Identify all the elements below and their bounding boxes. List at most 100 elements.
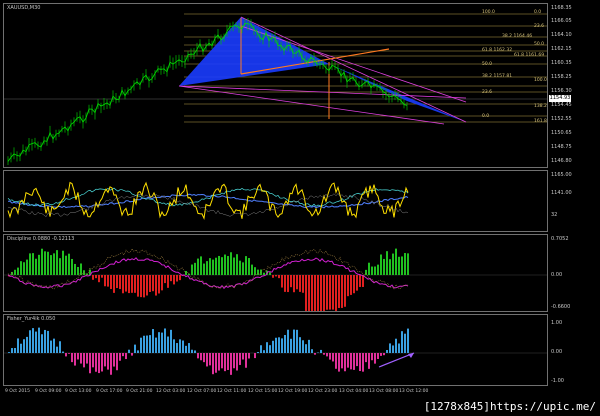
histogram-bar (116, 275, 118, 289)
histogram-bar (263, 350, 265, 353)
histogram-bar (368, 353, 370, 369)
histogram-bar (146, 275, 148, 296)
histogram-bar (257, 269, 259, 275)
histogram-bar (335, 353, 337, 369)
histogram-bar (317, 275, 319, 311)
histogram-bar (257, 352, 259, 353)
histogram-bar (227, 256, 229, 275)
histogram-bar (71, 258, 73, 275)
histogram-bar (167, 336, 169, 353)
histogram-bar (308, 339, 310, 353)
histogram-bar (65, 255, 67, 275)
histogram-bar (131, 353, 133, 356)
histogram-bar (332, 353, 334, 362)
histogram-bar (242, 353, 244, 360)
histogram-bar (338, 353, 340, 372)
histogram-bar (287, 275, 289, 293)
histogram-bar (101, 275, 103, 278)
histogram-bar (365, 269, 367, 275)
histogram-bar (188, 343, 190, 353)
histogram-bar (176, 343, 178, 353)
histogram-bar (326, 275, 328, 310)
histogram-bar (89, 353, 91, 374)
histogram-bar (284, 275, 286, 292)
histogram-bar (98, 275, 100, 283)
histogram-bar (206, 353, 208, 367)
histogram-bar (272, 275, 274, 278)
histogram-bar (296, 275, 298, 290)
histogram-bar (167, 275, 169, 288)
histogram-bar (50, 340, 52, 353)
histogram-bar (374, 266, 376, 275)
histogram-bar (272, 340, 274, 353)
histogram-bar (254, 353, 256, 359)
histogram-bar (14, 347, 16, 353)
histogram-bar (344, 275, 346, 307)
histogram-bar (170, 275, 172, 282)
histogram-bar (209, 353, 211, 366)
histogram-bar (32, 253, 34, 275)
histogram-bar (290, 338, 292, 353)
main-price-chart[interactable]: XAUUSD,M30 100.0 0.0 23.6 38.2 1164.46 5… (3, 3, 548, 168)
time-label: 12 Oct 19:00 (278, 389, 308, 394)
histogram-bar (140, 275, 142, 298)
histogram-bar (32, 328, 34, 353)
time-label: 9 Oct 17:00 (96, 389, 123, 394)
histogram-bar (158, 332, 160, 353)
indicator-pane-3[interactable]: Fisher_Yur4ik 0.050 (3, 314, 548, 386)
histogram-bar (311, 275, 313, 311)
fib-label: 23.6 (534, 24, 545, 29)
histogram-bar (281, 338, 283, 353)
histogram-bar (212, 353, 214, 375)
histogram-bar (128, 349, 130, 353)
histogram-bar (47, 330, 49, 353)
histogram-bar (356, 353, 358, 367)
histogram-bar (323, 275, 325, 311)
histogram-bar (347, 353, 349, 368)
histogram-bar (206, 261, 208, 275)
histogram-bar (233, 257, 235, 275)
histogram-bar (269, 345, 271, 353)
histogram-bar (395, 248, 397, 275)
histogram-bar (215, 353, 217, 373)
fib-label: 61.8 1162.32 (482, 48, 513, 53)
indicator-pane-2[interactable]: Discipline 0.0880 -0.12113 (3, 234, 548, 312)
fib-label: 50.0 (482, 62, 493, 67)
histogram-bar (308, 275, 310, 311)
histogram-bar (404, 253, 406, 275)
histogram-bar (392, 345, 394, 353)
histogram-bar (386, 350, 388, 353)
indicator-3-axis: 1.00 0.00 -1.00 (548, 314, 600, 386)
histogram-bar (17, 267, 19, 275)
time-label: 9 Oct 09:00 (35, 389, 62, 394)
histogram-bar (383, 353, 385, 356)
fib-label: 23.6 (482, 90, 493, 95)
histogram-bar (197, 258, 199, 275)
histogram-bar (341, 275, 343, 308)
histogram-bar (125, 353, 127, 360)
time-label: 9 Oct 2015 (5, 389, 30, 394)
histogram-bar (224, 254, 226, 275)
histogram-bar (305, 275, 307, 311)
histogram-bar (71, 353, 73, 363)
histogram-bar (26, 336, 28, 353)
price-chart-canvas[interactable] (4, 4, 548, 168)
histogram-bar (326, 353, 328, 357)
indicator-pane-1[interactable] (3, 170, 548, 232)
histogram-bar (278, 275, 280, 279)
histogram-bar (38, 254, 40, 275)
fib-label: 100.0 (534, 78, 547, 83)
histogram-bar (56, 346, 58, 353)
time-label: 12 Oct 11:00 (217, 389, 247, 394)
histogram-bar (44, 329, 46, 353)
histogram-bar (95, 353, 97, 372)
histogram-bar (47, 251, 49, 275)
time-label: 12 Oct 03:00 (156, 389, 186, 394)
histogram-bar (185, 345, 187, 353)
fib-label: 138.2 (534, 104, 547, 109)
histogram-bar (344, 353, 346, 372)
histogram-bar (401, 256, 403, 275)
histogram-bar (116, 353, 118, 371)
histogram-bar (23, 339, 25, 353)
histogram-bar (377, 264, 379, 275)
